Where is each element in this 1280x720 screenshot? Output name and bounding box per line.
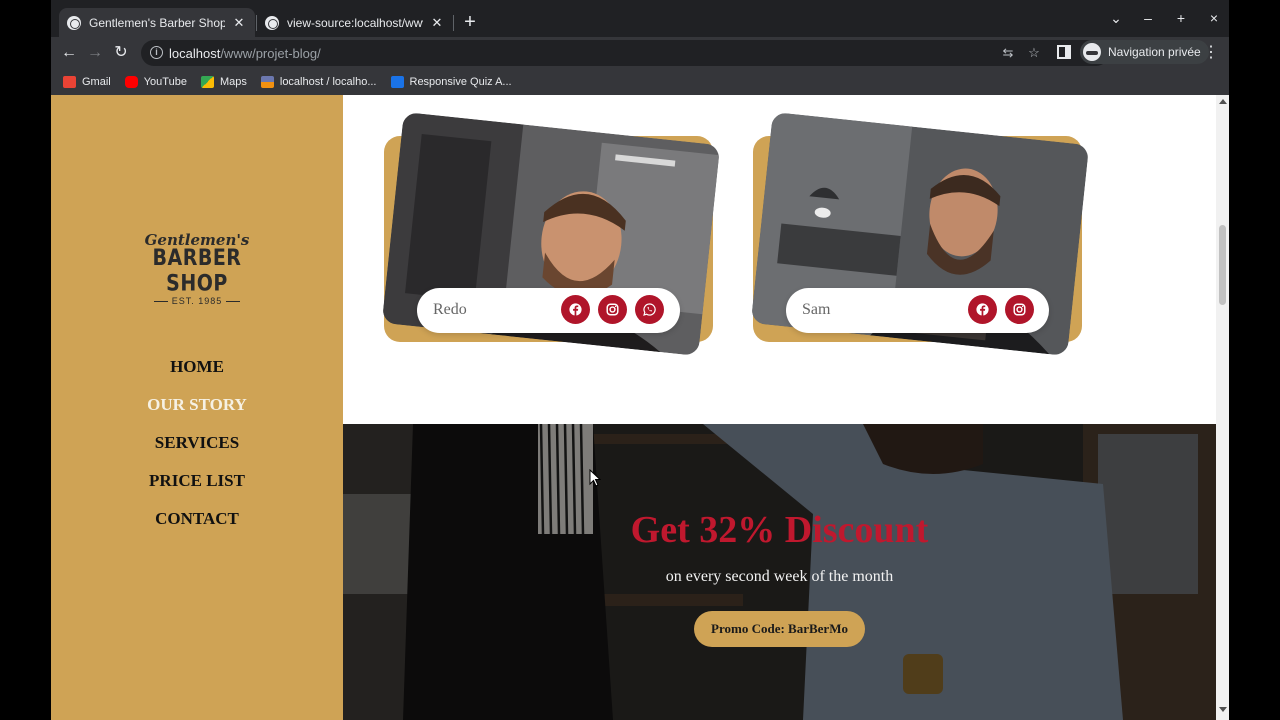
bookmarks-bar: Gmail YouTube Maps localhost / localho..… [51,68,1229,95]
nav-contact[interactable]: CONTACT [51,507,343,545]
promo-subtitle: on every second week of the month [665,568,894,585]
tab-separator [453,15,454,31]
facebook-icon[interactable] [968,295,997,324]
youtube-icon [124,75,138,88]
nav-services[interactable]: SERVICES [51,431,343,469]
globe-icon [265,15,279,30]
instagram-icon[interactable] [1005,295,1034,324]
bookmark-label: localhost / localho... [279,75,377,88]
maps-icon [200,75,214,88]
info-icon[interactable]: i [150,46,163,59]
main-nav: HOME OUR STORY SERVICES PRICE LIST CONTA… [51,355,343,545]
site-sidebar: Gentlemen's BARBER SHOP EST. 1985 HOME O… [51,95,343,720]
team-card-sam: Sam [750,111,1090,357]
translate-icon[interactable]: ⇆ [999,44,1017,62]
bookmark-label: Maps [219,75,247,88]
tab-strip: Gentlemen's Barber Shop - HTML ✕ view-so… [51,0,1229,37]
whatsapp-icon[interactable] [635,295,664,324]
incognito-icon [1083,43,1101,61]
close-tab-icon[interactable]: ✕ [231,15,247,31]
team-section: Redo Sam [343,95,1216,424]
close-window-button[interactable]: × [1202,8,1226,28]
facebook-icon[interactable] [561,295,590,324]
globe-icon [67,15,81,30]
promo-code-button[interactable]: Promo Code: BarBerMo [694,611,865,647]
bookmark-label: Responsive Quiz A... [409,75,512,88]
bookmark-quiz[interactable]: Responsive Quiz A... [390,75,512,88]
scrollbar-thumb[interactable] [1219,225,1226,305]
side-panel-icon[interactable] [1057,45,1071,59]
member-name-pill: Redo [417,288,680,333]
scroll-up-arrow[interactable] [1219,99,1227,104]
promo-content: Get 32% Discount on every second week of… [343,424,1216,720]
browser-window: Gentlemen's Barber Shop - HTML ✕ view-so… [51,0,1229,720]
reload-button[interactable]: ↻ [108,40,134,66]
incognito-profile-button[interactable]: Navigation privée [1080,40,1209,64]
minimize-button[interactable]: – [1136,8,1160,28]
logo-est: EST. 1985 [133,296,261,306]
tab-view-source[interactable]: view-source:localhost/www/projet-blog/ ✕ [257,8,453,37]
promo-title: Get 32% Discount [630,509,929,551]
tab-title: view-source:localhost/www/projet-blog/ [287,15,423,30]
url-host: localhost [169,46,221,61]
browser-menu-icon[interactable]: ⋮ [1201,40,1221,66]
phpmyadmin-icon [260,75,274,88]
member-name: Redo [433,301,467,318]
nav-home[interactable]: HOME [51,355,343,393]
tab-title: Gentlemen's Barber Shop - HTML [89,15,225,30]
tab-barber-shop[interactable]: Gentlemen's Barber Shop - HTML ✕ [59,8,255,37]
new-tab-button[interactable]: + [459,11,481,33]
mouse-cursor-icon [589,469,601,487]
url-path: /www/projet-blog/ [220,46,321,61]
bookmark-label: Gmail [82,75,111,88]
bookmark-maps[interactable]: Maps [200,75,247,88]
maximize-button[interactable]: + [1169,8,1193,28]
bookmark-label: YouTube [143,75,187,88]
member-name: Sam [802,301,831,318]
nav-price-list[interactable]: PRICE LIST [51,469,343,507]
address-bar[interactable]: i localhost/www/projet-blog/ ⇆ ☆ [141,40,1109,66]
profile-label: Navigation privée [1108,45,1201,59]
bookmark-gmail[interactable]: Gmail [63,75,111,88]
browser-toolbar: ← → ↻ i localhost/www/projet-blog/ ⇆ ☆ N… [51,37,1229,68]
page-viewport: Gentlemen's BARBER SHOP EST. 1985 HOME O… [51,95,1229,720]
tab-list-icon[interactable]: ⌄ [1104,8,1128,28]
bookmark-localhost[interactable]: localhost / localho... [260,75,377,88]
gmail-icon [63,75,76,88]
site-logo[interactable]: Gentlemen's BARBER SHOP EST. 1985 [133,231,261,306]
promo-section: Get 32% Discount on every second week of… [343,424,1216,720]
logo-main: BARBER SHOP [152,245,242,297]
forward-button[interactable]: → [82,40,108,66]
instagram-icon[interactable] [598,295,627,324]
member-name-pill: Sam [786,288,1049,333]
stackoverflow-icon [390,75,404,88]
close-tab-icon[interactable]: ✕ [429,15,445,31]
bookmark-star-icon[interactable]: ☆ [1025,44,1043,62]
nav-our-story[interactable]: OUR STORY [51,393,343,431]
url-text[interactable]: localhost/www/projet-blog/ [169,46,321,61]
team-card-redo: Redo [381,111,721,357]
page-scrollbar[interactable] [1216,95,1229,720]
scroll-down-arrow[interactable] [1219,707,1227,712]
back-button[interactable]: ← [56,40,82,66]
bookmark-youtube[interactable]: YouTube [124,75,187,88]
